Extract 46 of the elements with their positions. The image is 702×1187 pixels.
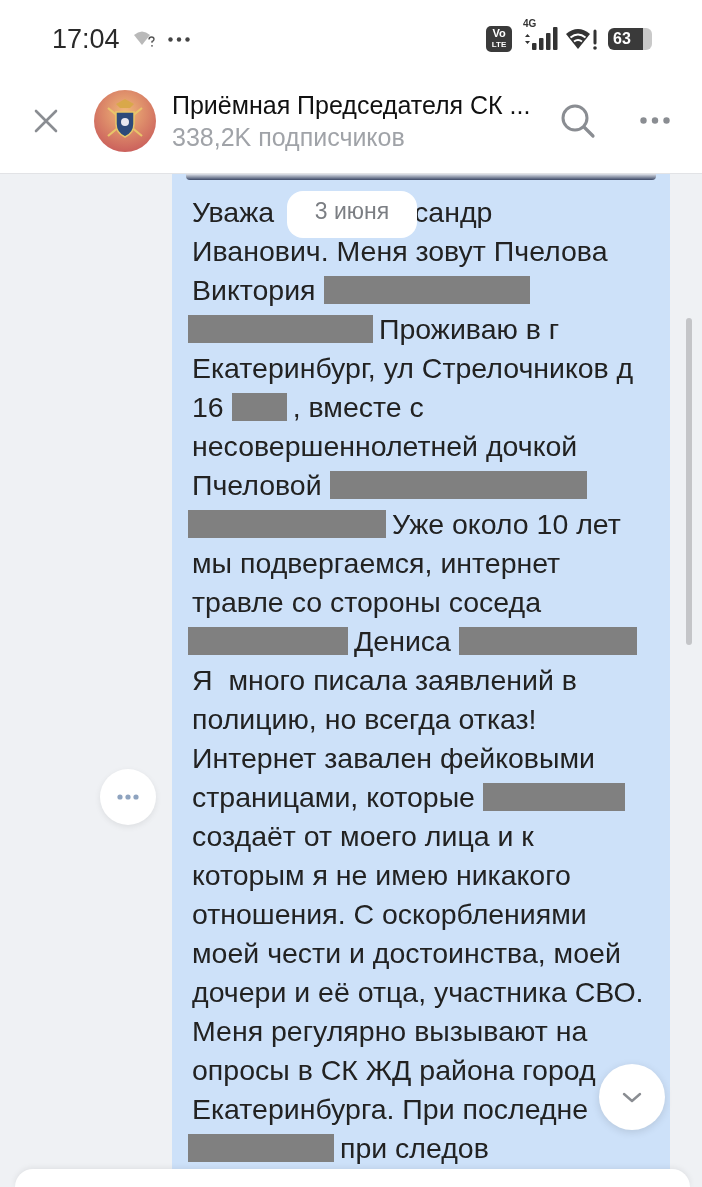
battery-percent: 63	[613, 30, 631, 48]
message-text: страницами, которые	[192, 780, 475, 813]
network-type: 4G	[523, 18, 537, 29]
message-text: несовершеннолетней дочкой	[192, 429, 578, 462]
scrollbar-thumb[interactable]	[686, 318, 692, 645]
status-time: 17:04	[52, 23, 120, 55]
redaction-bar	[231, 392, 287, 421]
message-text: Екатеринбург, ул Стрелочников д	[192, 351, 634, 384]
search-icon[interactable]	[560, 102, 596, 139]
message-text: , вместе с	[292, 390, 424, 423]
wifi-alert-icon	[566, 28, 598, 50]
network-label: Vo	[492, 28, 506, 39]
message-text: Дениса	[354, 624, 451, 657]
message-text: дочери и её отца, участника СВО.	[192, 975, 644, 1008]
signal-bars-icon	[522, 27, 558, 51]
message-text: Уважа	[192, 195, 275, 228]
message-text: опросы в СК ЖД района город	[192, 1053, 596, 1086]
message-text: Меня регулярно вызывают на	[192, 1014, 588, 1047]
channel-title: Приёмная Председателя СК ...	[172, 89, 532, 121]
message-text: 16	[192, 390, 224, 423]
subscriber-count: 338,2K подписчиков	[172, 121, 406, 153]
more-notifications-icon	[167, 36, 190, 42]
message-text: создаёт от моего лица и к	[192, 819, 534, 852]
message-text: травле со стороны соседа	[192, 585, 542, 618]
message-text: Интернет завален фейковыми	[192, 741, 595, 774]
channel-avatar[interactable]	[94, 89, 156, 152]
message-text: отношения. С оскорблениями	[192, 897, 587, 930]
message-text: Я много писала заявлений в	[192, 663, 577, 696]
close-icon[interactable]	[34, 108, 58, 133]
more-icon	[117, 794, 139, 800]
more-icon[interactable]	[640, 117, 670, 124]
message-text: Пчеловой	[192, 468, 322, 501]
message-text: моей чести и достоинства, моей	[192, 936, 621, 969]
message-text: мы подвергаемся, интернет	[192, 546, 561, 579]
network-label: LTE	[491, 39, 507, 50]
message-text: сандр	[414, 195, 493, 228]
message-text: которым я не имею никакого	[192, 858, 571, 891]
message-text: Проживаю в г	[379, 312, 560, 345]
wifi-question-icon	[133, 30, 156, 48]
chevron-down-icon	[622, 1091, 642, 1103]
message-text: Екатеринбурга. При последне	[192, 1092, 589, 1125]
message-text: при следов	[340, 1131, 489, 1164]
message-text: Уже около 10 лет	[392, 507, 621, 540]
message-text: полицию, но всегда отказ!	[192, 702, 537, 735]
message-text: Виктория	[192, 273, 316, 306]
date-label: 3 июня	[287, 191, 417, 238]
